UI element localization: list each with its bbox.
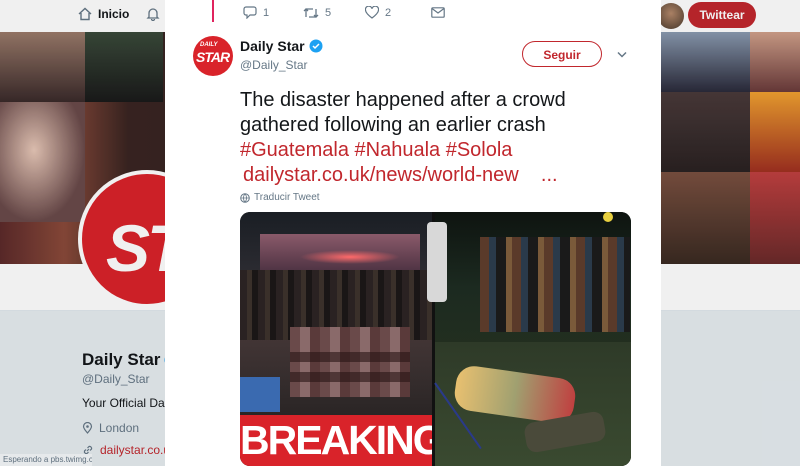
tweet-text: The disaster happened after a crowd gath… [240,88,640,188]
follow-button[interactable]: Seguir [522,41,602,67]
thread-line [212,0,214,22]
chevron-down-icon[interactable] [617,51,627,59]
dm-button[interactable] [431,7,445,18]
reply-icon [243,6,257,19]
globe-icon [240,192,250,203]
tweet-author-avatar[interactable]: DAILY STAR [193,36,233,76]
photo-vehicle [427,222,447,302]
retweet-button[interactable]: 5 [303,7,365,19]
tweet-author-name-text: Daily Star [240,38,305,54]
photo-lights [300,250,400,264]
reply-count: 1 [263,6,270,19]
retweet-icon [303,7,319,18]
tweet-link[interactable]: dailystar.co.uk/news/world-new ... [243,163,640,188]
breaking-banner: BREAKING [240,415,432,466]
avatar-text-bottom: STAR [196,49,230,65]
photo-detail [240,377,280,412]
tweet-author-name[interactable]: Daily Star [240,38,323,54]
photo-right [427,212,631,466]
retweet-count: 5 [325,6,332,19]
photo-left: BREAKING [240,212,432,466]
tweet-hashtags[interactable]: #Guatemala #Nahuala #Solola [240,139,512,161]
tweet-actions-prev: 1 5 2 [243,6,445,19]
dm-icon [431,7,445,18]
like-icon [365,6,379,19]
pixelated-area [290,342,410,382]
verified-icon [309,39,323,53]
avatar-text-top: DAILY [200,42,218,48]
photo-crowd [480,237,630,332]
translate-tweet[interactable]: Traducir Tweet [240,192,320,203]
translate-label: Traducir Tweet [254,192,320,203]
like-count: 2 [385,6,392,19]
tweet-author-handle[interactable]: @Daily_Star [240,58,308,72]
tweet-photo[interactable]: BREAKING [240,212,631,466]
reply-button[interactable]: 1 [243,6,303,19]
like-button[interactable]: 2 [365,6,431,19]
tweet-body: The disaster happened after a crowd gath… [240,89,566,136]
photo-sign [603,212,613,222]
